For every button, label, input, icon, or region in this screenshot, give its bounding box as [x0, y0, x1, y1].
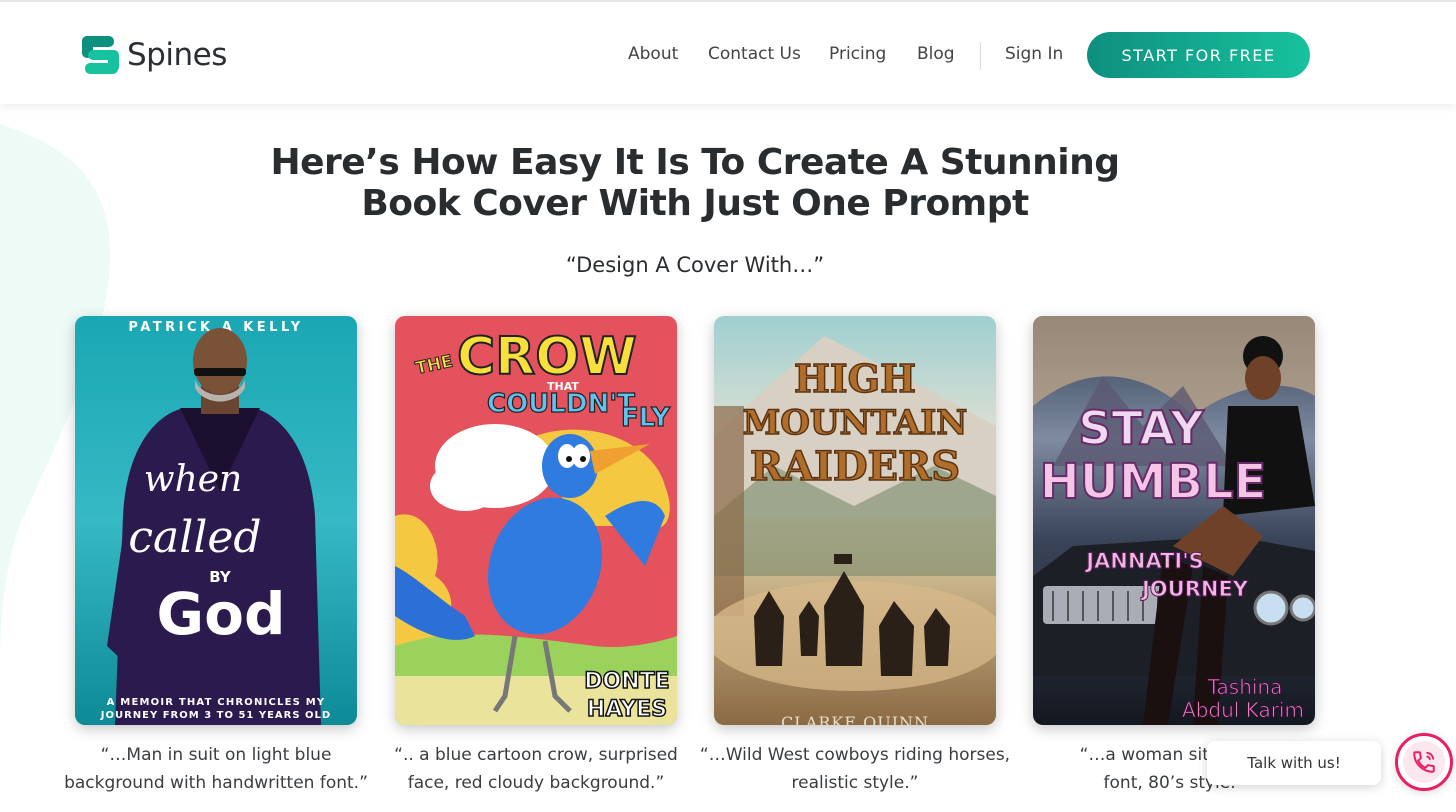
chat-launcher-inner	[1403, 741, 1445, 783]
cover-title-god: God	[157, 580, 286, 648]
nav-contact-us[interactable]: Contact Us	[708, 44, 801, 64]
cover-art: PATRICK A KELLY when called BY God A MEM…	[75, 316, 357, 725]
book-cover-stay-humble[interactable]: STAY HUMBLE JANNATI'S JOURNEY Tashina Ab…	[1033, 316, 1315, 725]
cover-title-raiders: RAIDERS	[750, 443, 960, 490]
cover-author-line-2: HAYES	[587, 697, 667, 722]
cover-art: STAY HUMBLE JANNATI'S JOURNEY Tashina Ab…	[1033, 316, 1315, 725]
cover-author-line-1: Tashina	[1207, 675, 1283, 699]
cover-subtitle-line-2: JOURNEY FROM 3 TO 51 YEARS OLD	[100, 710, 331, 721]
nav-blog[interactable]: Blog	[917, 44, 955, 64]
cover-title-crow: CROW	[457, 327, 637, 387]
nav-divider	[980, 42, 981, 70]
headline-line-2: Book Cover With Just One Prompt	[361, 183, 1029, 224]
sign-in-link[interactable]: Sign In	[1005, 44, 1063, 64]
cover-title-when: when	[144, 459, 243, 500]
book-cover-when-called-by-god[interactable]: PATRICK A KELLY when called BY God A MEM…	[75, 316, 357, 725]
cover-title-couldnt: COULDN'T	[487, 389, 635, 419]
book-cover-the-crow-that-couldnt-fly[interactable]: THE CROW THAT COULDN'T FLY DONTE HAYES	[395, 316, 677, 725]
nav-pricing[interactable]: Pricing	[829, 44, 886, 64]
cover-title-mountain: MOUNTAIN	[743, 403, 968, 443]
page: Spines About Contact Us Pricing Blog Sig…	[0, 0, 1456, 812]
caption-line-2: realistic style.”	[791, 773, 919, 793]
cover-subtitle-line-1: A MEMOIR THAT CHRONICLES MY	[107, 697, 326, 708]
start-for-free-button[interactable]: START FOR FREE	[1087, 32, 1310, 78]
cover-title-stay: STAY	[1078, 401, 1204, 455]
chat-launcher-button[interactable]	[1395, 733, 1453, 791]
cover-title-called: called	[128, 512, 261, 563]
caption-line-1: “.. a blue cartoon crow, surprised	[394, 745, 678, 765]
chat-prompt-bubble[interactable]: Talk with us!	[1207, 741, 1381, 785]
caption-line-2: face, red cloudy background.”	[407, 773, 665, 793]
cover-title-fly: FLY	[621, 403, 671, 433]
phone-icon	[1413, 751, 1435, 773]
cover-art: THE CROW THAT COULDN'T FLY DONTE HAYES	[395, 316, 677, 725]
cover-author-line-2: Abdul Karim	[1182, 698, 1304, 722]
cover-subtitle-jannatis: JANNATI'S	[1084, 549, 1204, 573]
cover-caption-3: “…Wild West cowboys riding horses, reali…	[690, 741, 1020, 797]
cover-caption-2: “.. a blue cartoon crow, surprised face,…	[371, 741, 701, 797]
page-headline: Here’s How Easy It Is To Create A Stunni…	[228, 142, 1162, 224]
logo-text: Spines	[127, 37, 227, 73]
caption-line-2: background with handwritten font.”	[64, 773, 368, 793]
cover-title-high: HIGH	[794, 356, 916, 401]
logo[interactable]: Spines	[80, 35, 227, 75]
cover-art: HIGH MOUNTAIN RAIDERS CLARKE QUINN	[714, 316, 996, 725]
caption-line-1: “…Man in suit on light blue	[100, 745, 332, 765]
headline-line-1: Here’s How Easy It Is To Create A Stunni…	[270, 142, 1120, 183]
cover-author: CLARKE QUINN	[781, 713, 929, 725]
caption-line-1: “…Wild West cowboys riding horses,	[699, 745, 1011, 765]
site-header: Spines About Contact Us Pricing Blog Sig…	[0, 0, 1456, 104]
spines-logo-icon	[82, 36, 119, 74]
book-cover-high-mountain-raiders[interactable]: HIGH MOUNTAIN RAIDERS CLARKE QUINN	[714, 316, 996, 725]
cover-subtitle-journey: JOURNEY	[1140, 577, 1249, 601]
cover-author-line-1: DONTE	[584, 669, 669, 694]
nav-about[interactable]: About	[628, 44, 678, 64]
page-subheadline: “Design A Cover With…”	[565, 253, 825, 277]
cover-title-humble: HUMBLE	[1040, 454, 1267, 510]
cover-caption-1: “…Man in suit on light blue background w…	[51, 741, 381, 797]
